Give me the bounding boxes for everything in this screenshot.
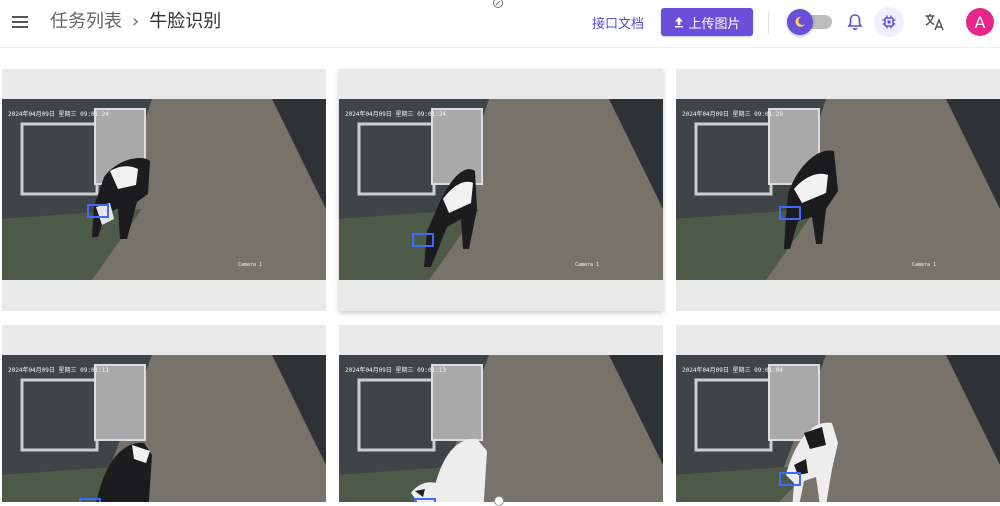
loading-icon xyxy=(493,0,503,8)
photo-timestamp: 2024年04月09日 星期三 09:01:29 xyxy=(682,111,784,118)
image-card[interactable]: 2024年04月09日 星期三 09:01:11 xyxy=(2,325,326,502)
cow-photo: 2024年04月09日 星期三 09:01:04 xyxy=(676,355,1000,502)
cow-photo: 2024年04月09日 星期三 09:01:29 Camera 1 xyxy=(676,99,1000,280)
photo-timestamp: 2024年04月09日 星期三 09:01:04 xyxy=(682,367,784,374)
image-card[interactable]: 2024年04月09日 星期三 09:01:24 Camera 1 xyxy=(339,69,663,311)
camera-label: Camera 1 xyxy=(238,262,263,268)
api-docs-link[interactable]: 接口文档 xyxy=(592,13,644,32)
translate-icon[interactable] xyxy=(920,7,950,37)
upload-icon xyxy=(675,17,684,28)
menu-icon[interactable] xyxy=(10,13,30,31)
image-card[interactable]: 2024年04月09日 星期三 09:01:24 Camera 1 xyxy=(2,69,326,311)
image-card[interactable]: 2024年04月09日 星期三 09:01:04 xyxy=(676,325,1000,502)
breadcrumb-task-list[interactable]: 任务列表 xyxy=(50,11,122,32)
top-bar: 任务列表 › 牛脸识别 接口文档 上传图片 A xyxy=(0,0,1000,48)
camera-label: Camera 1 xyxy=(912,262,937,268)
theme-toggle-icon xyxy=(787,9,813,35)
toolbar-divider xyxy=(768,12,769,34)
bell-icon[interactable] xyxy=(840,7,870,37)
chip-icon[interactable] xyxy=(874,7,904,37)
page-title: 牛脸识别 xyxy=(149,11,222,32)
cow-photo: 2024年04月09日 星期三 09:01:24 Camera 1 xyxy=(339,99,663,280)
cow-photo: 2024年04月09日 星期三 09:01:11 xyxy=(2,355,326,502)
upload-button-label: 上传图片 xyxy=(688,16,741,32)
scroll-indicator[interactable] xyxy=(494,496,504,506)
breadcrumb: 任务列表 › 牛脸识别 xyxy=(50,10,221,34)
cow-photo: 2024年04月09日 星期三 09:01:24 Camera 1 xyxy=(2,99,326,280)
photo-timestamp: 2024年04月09日 星期三 09:01:13 xyxy=(345,367,447,374)
theme-toggle[interactable] xyxy=(787,9,833,35)
image-card[interactable]: 2024年04月09日 星期三 09:01:29 Camera 1 xyxy=(676,69,1000,311)
avatar[interactable]: A xyxy=(966,8,994,36)
photo-timestamp: 2024年04月09日 星期三 09:01:24 xyxy=(8,111,110,118)
image-card[interactable]: 2024年04月09日 星期三 09:01:13 xyxy=(339,325,663,502)
breadcrumb-separator: › xyxy=(132,11,140,32)
upload-image-button[interactable]: 上传图片 xyxy=(661,8,753,36)
cow-photo: 2024年04月09日 星期三 09:01:13 xyxy=(339,355,663,502)
photo-timestamp: 2024年04月09日 星期三 09:01:11 xyxy=(8,367,110,374)
photo-timestamp: 2024年04月09日 星期三 09:01:24 xyxy=(345,111,447,118)
camera-label: Camera 1 xyxy=(575,262,600,268)
